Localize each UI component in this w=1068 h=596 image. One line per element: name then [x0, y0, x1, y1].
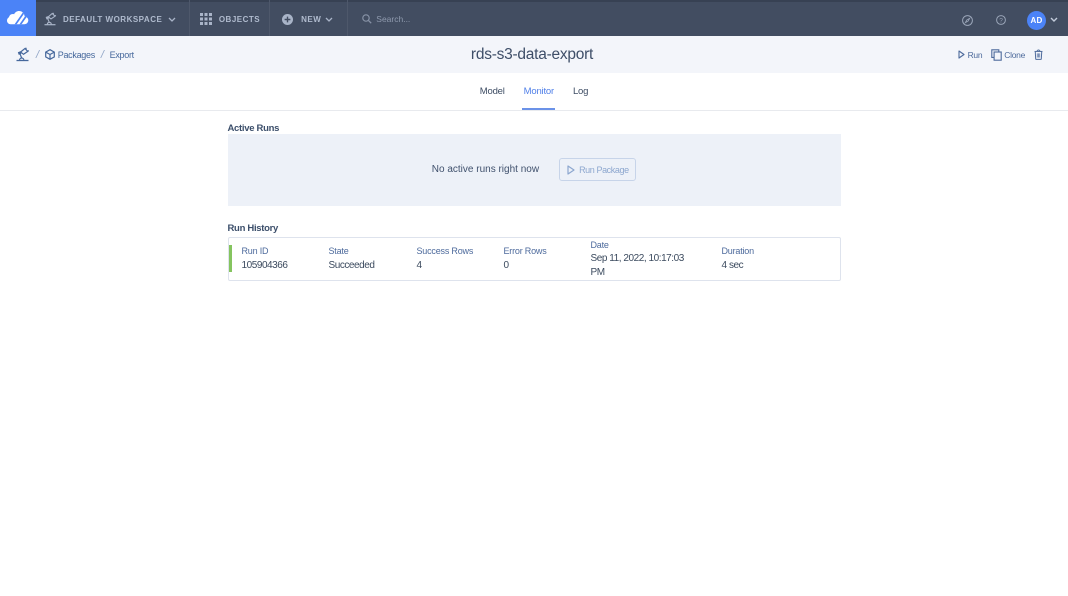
- svg-text:?: ?: [999, 17, 1003, 24]
